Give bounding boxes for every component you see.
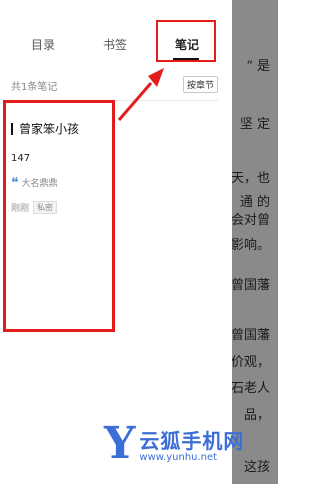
watermark-url: www.yunhu.net bbox=[139, 452, 218, 463]
watermark-logo: Y bbox=[104, 418, 136, 469]
annotation-arrow-icon bbox=[117, 68, 164, 121]
watermark: Y 云狐手机网 www.yunhu.net bbox=[104, 418, 245, 469]
watermark-name: 云狐手机网 bbox=[139, 429, 245, 453]
